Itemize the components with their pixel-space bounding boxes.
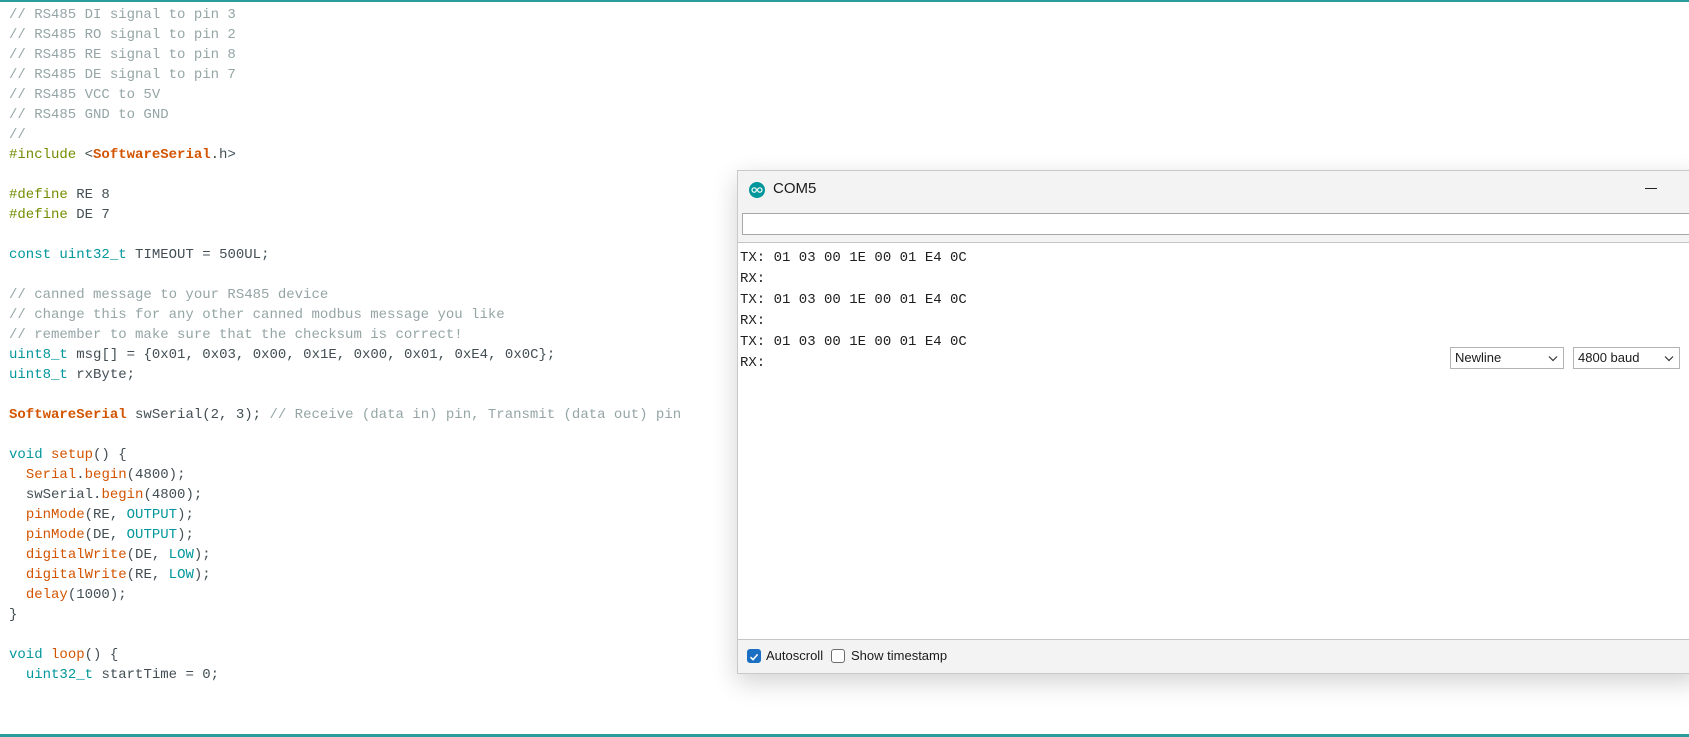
chevron-down-icon	[1548, 356, 1558, 362]
window-titlebar[interactable]: COM5	[738, 171, 1689, 207]
code-line: uint8_t rxByte;	[9, 367, 136, 383]
code-line: digitalWrite(DE, LOW);	[25, 547, 211, 563]
code-line: pinMode(DE, OUTPUT);	[25, 527, 194, 543]
serial-monitor-window[interactable]: COM5 TX: 01 03 00 1E 00 01 E4 0C RX: TX:…	[737, 170, 1689, 674]
output-line: RX:	[740, 271, 766, 287]
output-line: TX: 01 03 00 1E 00 01 E4 0C	[740, 292, 967, 308]
top-accent-rule	[0, 0, 1689, 2]
chevron-down-icon	[1664, 356, 1674, 362]
code-line: //	[9, 127, 26, 143]
autoscroll-label[interactable]: Autoscroll	[766, 648, 823, 663]
window-title: COM5	[773, 180, 817, 197]
minimize-icon	[1645, 187, 1657, 189]
code-line: void loop() {	[9, 647, 119, 663]
code-line: // RS485 DI signal to pin 3	[9, 7, 236, 23]
code-line: // RS485 VCC to 5V	[9, 87, 161, 103]
code-line: #include <SoftwareSerial.h>	[9, 147, 236, 163]
code-line: // RS485 GND to GND	[9, 107, 169, 123]
code-line: #define DE 7	[9, 207, 110, 223]
code-line: }	[9, 607, 18, 623]
serial-output[interactable]: TX: 01 03 00 1E 00 01 E4 0C RX: TX: 01 0…	[738, 242, 1689, 640]
baud-rate-value: 4800 baud	[1578, 350, 1640, 365]
serial-send-input[interactable]	[742, 213, 1689, 235]
output-line: TX: 01 03 00 1E 00 01 E4 0C	[740, 250, 967, 266]
output-line: RX:	[740, 355, 766, 371]
output-line: RX:	[740, 313, 766, 329]
code-line: SoftwareSerial swSerial(2, 3); // Receiv…	[9, 407, 682, 423]
code-line: // RS485 DE signal to pin 7	[9, 67, 236, 83]
arduino-logo-icon	[749, 182, 765, 198]
code-line: // change this for any other canned modb…	[9, 307, 505, 323]
line-ending-value: Newline	[1455, 350, 1502, 365]
serial-footer: Autoscroll Show timestamp	[738, 639, 1689, 673]
code-line: const uint32_t TIMEOUT = 500UL;	[9, 247, 270, 263]
code-line: // canned message to your RS485 device	[9, 287, 329, 303]
show-timestamp-checkbox[interactable]	[831, 649, 845, 663]
code-line: Serial.begin(4800);	[25, 467, 186, 483]
code-line: void setup() {	[9, 447, 127, 463]
code-line: pinMode(RE, OUTPUT);	[25, 507, 194, 523]
code-line: // RS485 RO signal to pin 2	[9, 27, 236, 43]
show-timestamp-label[interactable]: Show timestamp	[851, 648, 947, 663]
code-line: digitalWrite(RE, LOW);	[25, 567, 211, 583]
code-line: uint8_t msg[] = {0x01, 0x03, 0x00, 0x1E,…	[9, 347, 556, 363]
code-line: uint32_t startTime = 0;	[25, 667, 220, 683]
code-line: // RS485 RE signal to pin 8	[9, 47, 236, 63]
baud-rate-select[interactable]: 4800 baud	[1573, 347, 1680, 369]
code-line: #define RE 8	[9, 187, 110, 203]
code-line: // remember to make sure that the checks…	[9, 327, 463, 343]
code-line: delay(1000);	[25, 587, 127, 603]
output-line: TX: 01 03 00 1E 00 01 E4 0C	[740, 334, 967, 350]
minimize-button[interactable]	[1631, 173, 1671, 203]
autoscroll-checkbox[interactable]	[747, 649, 761, 663]
line-ending-select[interactable]: Newline	[1450, 347, 1564, 369]
code-line: swSerial.begin(4800);	[25, 487, 203, 503]
check-icon	[749, 653, 759, 661]
